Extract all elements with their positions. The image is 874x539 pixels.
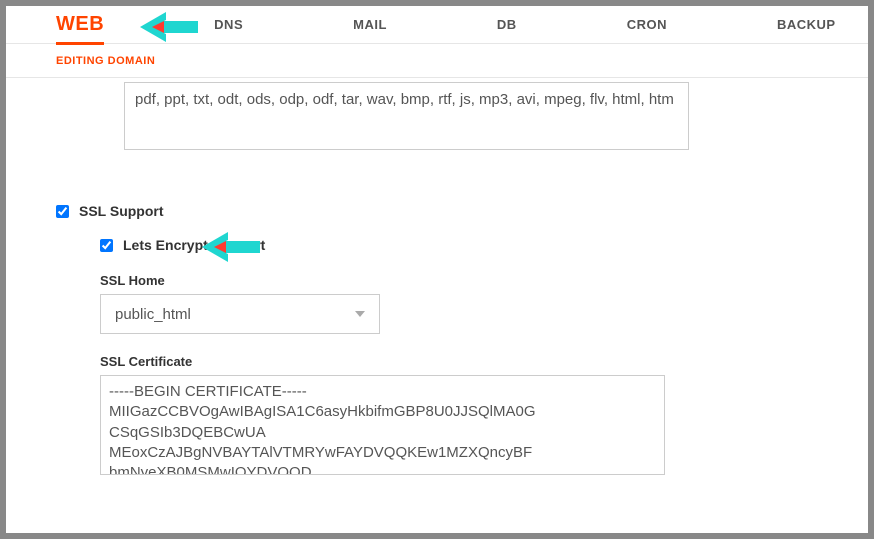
ssl-home-select[interactable]: public_html <box>100 294 380 334</box>
ssl-support-checkbox[interactable] <box>56 205 69 218</box>
extensions-textarea[interactable] <box>124 82 689 150</box>
tab-db[interactable]: DB <box>497 17 517 32</box>
tab-web[interactable]: WEB <box>56 13 104 45</box>
ssl-support-label: SSL Support <box>79 203 164 219</box>
tab-dns[interactable]: DNS <box>214 17 243 32</box>
subbar: EDITING DOMAIN <box>6 44 868 78</box>
top-nav: WEB DNS MAIL DB CRON BACKUP <box>6 6 868 44</box>
annotation-arrow-icon <box>202 232 266 262</box>
tab-backup[interactable]: BACKUP <box>777 17 836 32</box>
chevron-down-icon <box>355 311 365 317</box>
ssl-cert-label: SSL Certificate <box>100 354 818 369</box>
tab-cron[interactable]: CRON <box>627 17 667 32</box>
ssl-cert-textarea[interactable]: -----BEGIN CERTIFICATE-----MIIGazCCBVOgA… <box>100 375 665 475</box>
ssl-home-label: SSL Home <box>100 273 818 288</box>
annotation-arrow-icon <box>140 12 204 42</box>
lets-encrypt-checkbox[interactable] <box>100 239 113 252</box>
tab-mail[interactable]: MAIL <box>353 17 387 32</box>
subbar-title: EDITING DOMAIN <box>56 55 155 67</box>
ssl-home-value: public_html <box>115 306 191 323</box>
